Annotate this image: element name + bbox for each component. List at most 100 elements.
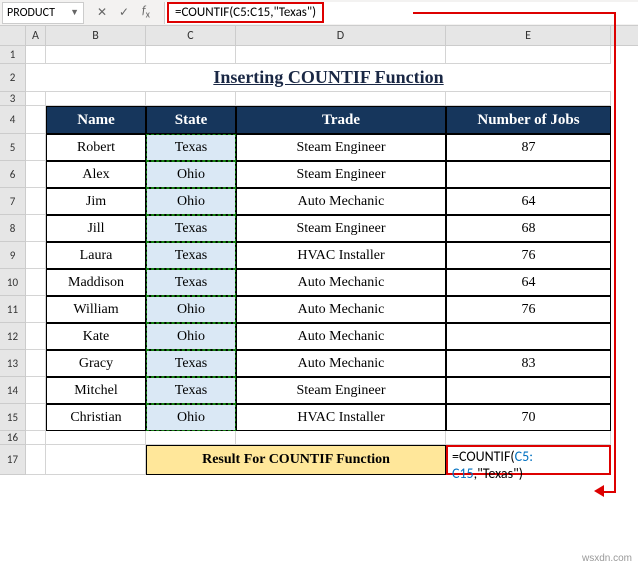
row-header-3[interactable]: 3 bbox=[0, 92, 26, 106]
cell-trade[interactable]: Auto Mechanic bbox=[236, 350, 446, 377]
cancel-icon[interactable]: ✕ bbox=[94, 5, 110, 20]
row-header-4[interactable]: 4 bbox=[0, 106, 26, 134]
cell-name[interactable]: Robert bbox=[46, 134, 146, 161]
header-name[interactable]: Name bbox=[46, 106, 146, 134]
cell-jobs[interactable] bbox=[446, 161, 611, 188]
cell-A1[interactable] bbox=[26, 46, 46, 64]
row-header-16[interactable]: 16 bbox=[0, 431, 26, 445]
row-header-9[interactable]: 9 bbox=[0, 242, 26, 269]
cell-A5[interactable] bbox=[26, 134, 46, 161]
row-header-13[interactable]: 13 bbox=[0, 350, 26, 377]
row-header-14[interactable]: 14 bbox=[0, 377, 26, 404]
cell-name[interactable]: Jill bbox=[46, 215, 146, 242]
cell-B1[interactable] bbox=[46, 46, 146, 64]
cell-A13[interactable] bbox=[26, 350, 46, 377]
cell-name[interactable]: Mitchel bbox=[46, 377, 146, 404]
cell-C3[interactable] bbox=[146, 92, 236, 106]
dropdown-icon[interactable]: ▼ bbox=[70, 7, 79, 18]
cell-C16[interactable] bbox=[146, 431, 236, 445]
cell-name[interactable]: Christian bbox=[46, 404, 146, 431]
cell-trade[interactable]: HVAC Installer bbox=[236, 404, 446, 431]
cell-A3[interactable] bbox=[26, 92, 46, 106]
title-cell[interactable]: Inserting COUNTIF Function bbox=[46, 64, 611, 92]
row-header-8[interactable]: 8 bbox=[0, 215, 26, 242]
header-state[interactable]: State bbox=[146, 106, 236, 134]
header-jobs[interactable]: Number of Jobs bbox=[446, 106, 611, 134]
cell-trade[interactable]: Steam Engineer bbox=[236, 377, 446, 404]
row-header-17[interactable]: 17 bbox=[0, 445, 26, 475]
cell-name[interactable]: Laura bbox=[46, 242, 146, 269]
cell-A2[interactable] bbox=[26, 64, 46, 92]
row-header-15[interactable]: 15 bbox=[0, 404, 26, 431]
cell-A14[interactable] bbox=[26, 377, 46, 404]
cell-B16[interactable] bbox=[46, 431, 146, 445]
cell-trade[interactable]: Auto Mechanic bbox=[236, 188, 446, 215]
cell-A16[interactable] bbox=[26, 431, 46, 445]
cell-C1[interactable] bbox=[146, 46, 236, 64]
cell-A10[interactable] bbox=[26, 269, 46, 296]
cell-A17[interactable] bbox=[26, 445, 46, 475]
cell-A9[interactable] bbox=[26, 242, 46, 269]
cell-A4[interactable] bbox=[26, 106, 46, 134]
row-header-2[interactable]: 2 bbox=[0, 64, 26, 92]
cell-state[interactable]: Texas bbox=[146, 377, 236, 404]
row-header-10[interactable]: 10 bbox=[0, 269, 26, 296]
col-header-B[interactable]: B bbox=[46, 26, 146, 45]
cell-state[interactable]: Ohio bbox=[146, 188, 236, 215]
fx-icon[interactable]: fx bbox=[138, 4, 154, 20]
row-header-5[interactable]: 5 bbox=[0, 134, 26, 161]
cell-jobs[interactable] bbox=[446, 377, 611, 404]
row-header-7[interactable]: 7 bbox=[0, 188, 26, 215]
cell-D1[interactable] bbox=[236, 46, 446, 64]
col-header-D[interactable]: D bbox=[236, 26, 446, 45]
cell-trade[interactable]: Auto Mechanic bbox=[236, 296, 446, 323]
cell-A12[interactable] bbox=[26, 323, 46, 350]
cell-D16[interactable] bbox=[236, 431, 446, 445]
cell-A6[interactable] bbox=[26, 161, 46, 188]
cell-state[interactable]: Ohio bbox=[146, 161, 236, 188]
cell-jobs[interactable]: 64 bbox=[446, 188, 611, 215]
formula-editing-cell[interactable]: =COUNTIF(C5: C15,"Texas") bbox=[446, 445, 611, 475]
cell-jobs[interactable]: 87 bbox=[446, 134, 611, 161]
cell-name[interactable]: Jim bbox=[46, 188, 146, 215]
select-all-corner[interactable] bbox=[0, 26, 26, 45]
cell-trade[interactable]: Auto Mechanic bbox=[236, 269, 446, 296]
row-header-11[interactable]: 11 bbox=[0, 296, 26, 323]
cell-A8[interactable] bbox=[26, 215, 46, 242]
cell-jobs[interactable]: 70 bbox=[446, 404, 611, 431]
cell-A7[interactable] bbox=[26, 188, 46, 215]
cell-state[interactable]: Ohio bbox=[146, 296, 236, 323]
col-header-C[interactable]: C bbox=[146, 26, 236, 45]
cell-D3[interactable] bbox=[236, 92, 446, 106]
cell-name[interactable]: Kate bbox=[46, 323, 146, 350]
header-trade[interactable]: Trade bbox=[236, 106, 446, 134]
formula-input[interactable]: =COUNTIF(C5:C15,"Texas") bbox=[164, 2, 638, 24]
cell-E1[interactable] bbox=[446, 46, 611, 64]
cell-state[interactable]: Ohio bbox=[146, 404, 236, 431]
cell-state[interactable]: Ohio bbox=[146, 323, 236, 350]
cell-jobs[interactable]: 83 bbox=[446, 350, 611, 377]
cell-E16[interactable] bbox=[446, 431, 611, 445]
cell-state[interactable]: Texas bbox=[146, 215, 236, 242]
cell-jobs[interactable]: 76 bbox=[446, 242, 611, 269]
cell-jobs[interactable]: 76 bbox=[446, 296, 611, 323]
cell-name[interactable]: Alex bbox=[46, 161, 146, 188]
cell-jobs[interactable]: 64 bbox=[446, 269, 611, 296]
cell-state[interactable]: Texas bbox=[146, 350, 236, 377]
enter-icon[interactable]: ✓ bbox=[116, 5, 132, 20]
cell-trade[interactable]: HVAC Installer bbox=[236, 242, 446, 269]
cell-trade[interactable]: Steam Engineer bbox=[236, 161, 446, 188]
col-header-A[interactable]: A bbox=[26, 26, 46, 45]
cell-state[interactable]: Texas bbox=[146, 269, 236, 296]
cell-jobs[interactable] bbox=[446, 323, 611, 350]
cell-name[interactable]: Maddison bbox=[46, 269, 146, 296]
row-header-1[interactable]: 1 bbox=[0, 46, 26, 64]
cell-name[interactable]: Gracy bbox=[46, 350, 146, 377]
cell-trade[interactable]: Auto Mechanic bbox=[236, 323, 446, 350]
cell-B17[interactable] bbox=[46, 445, 146, 475]
cell-state[interactable]: Texas bbox=[146, 242, 236, 269]
cell-state[interactable]: Texas bbox=[146, 134, 236, 161]
cell-A11[interactable] bbox=[26, 296, 46, 323]
cell-A15[interactable] bbox=[26, 404, 46, 431]
cell-trade[interactable]: Steam Engineer bbox=[236, 215, 446, 242]
